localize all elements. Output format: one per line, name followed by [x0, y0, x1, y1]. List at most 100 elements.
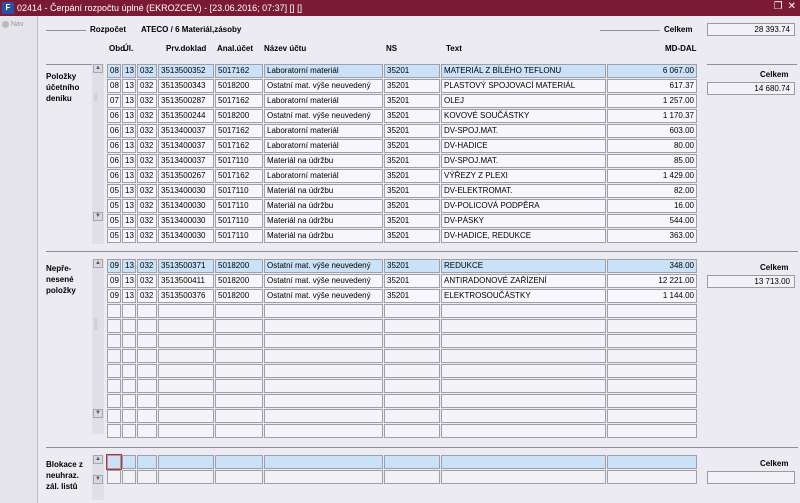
period-cell[interactable]: 09: [107, 274, 121, 288]
code-cell[interactable]: 032: [137, 79, 157, 93]
account-name-cell[interactable]: [264, 319, 383, 333]
document-cell[interactable]: 3513500343: [158, 79, 214, 93]
code-cell[interactable]: [137, 304, 157, 318]
empty-row[interactable]: [107, 379, 698, 394]
close-icon[interactable]: ✕: [788, 1, 796, 12]
text-cell[interactable]: DV-ELEKTROMAT.: [441, 184, 606, 198]
ns-cell[interactable]: [384, 424, 440, 438]
document-cell[interactable]: 3513500287: [158, 94, 214, 108]
table-row[interactable]: 06 13 032 3513500244 5018200 Ostatní mat. výš…: [107, 109, 698, 124]
ns-cell[interactable]: 35201: [384, 154, 440, 168]
document-cell[interactable]: 3513500244: [158, 109, 214, 123]
account-cell[interactable]: [215, 319, 263, 333]
code-cell[interactable]: [137, 470, 157, 484]
text-cell[interactable]: DV-HADICE: [441, 139, 606, 153]
period-cell[interactable]: 08: [107, 64, 121, 78]
ledger-cell[interactable]: [122, 409, 136, 423]
empty-row[interactable]: [107, 364, 698, 379]
ledger-cell[interactable]: 13: [122, 259, 136, 273]
table-row[interactable]: 09 13 032 3513500371 5018200 Ostatní mat. výš…: [107, 259, 698, 274]
document-cell[interactable]: [158, 409, 214, 423]
ledger-cell[interactable]: [122, 334, 136, 348]
ns-cell[interactable]: [384, 304, 440, 318]
text-cell[interactable]: [441, 455, 606, 469]
account-name-cell[interactable]: [264, 364, 383, 378]
code-cell[interactable]: 032: [137, 124, 157, 138]
code-cell[interactable]: [137, 319, 157, 333]
scroll-up-icon[interactable]: ▲: [93, 259, 103, 268]
period-cell[interactable]: 06: [107, 154, 121, 168]
ns-cell[interactable]: 35201: [384, 289, 440, 303]
empty-row[interactable]: [107, 319, 698, 334]
ns-cell[interactable]: [384, 409, 440, 423]
ns-cell[interactable]: 35201: [384, 169, 440, 183]
text-cell[interactable]: [441, 319, 606, 333]
account-name-cell[interactable]: Ostatní mat. výše neuvedený: [264, 259, 383, 273]
amount-cell[interactable]: 603.00: [607, 124, 697, 138]
period-cell[interactable]: 05: [107, 229, 121, 243]
code-cell[interactable]: 032: [137, 229, 157, 243]
document-cell[interactable]: [158, 470, 214, 484]
ledger-cell[interactable]: 13: [122, 109, 136, 123]
period-cell[interactable]: 09: [107, 289, 121, 303]
account-cell[interactable]: [215, 334, 263, 348]
period-cell[interactable]: [107, 394, 121, 408]
code-cell[interactable]: [137, 424, 157, 438]
ns-cell[interactable]: [384, 334, 440, 348]
code-cell[interactable]: [137, 334, 157, 348]
account-cell[interactable]: 5018200: [215, 79, 263, 93]
document-cell[interactable]: [158, 304, 214, 318]
document-cell[interactable]: 3513400030: [158, 199, 214, 213]
table-row[interactable]: 05 13 032 3513400030 5017110 Materiál na údrž…: [107, 199, 698, 214]
period-cell[interactable]: [107, 364, 121, 378]
amount-cell[interactable]: [607, 470, 697, 484]
period-cell[interactable]: [107, 349, 121, 363]
ledger-cell[interactable]: 13: [122, 289, 136, 303]
amount-cell[interactable]: 1 429.00: [607, 169, 697, 183]
account-cell[interactable]: [215, 470, 263, 484]
code-cell[interactable]: 032: [137, 139, 157, 153]
account-cell[interactable]: 5017162: [215, 64, 263, 78]
amount-cell[interactable]: 16.00: [607, 199, 697, 213]
ledger-cell[interactable]: [122, 379, 136, 393]
text-cell[interactable]: ANTIRADONOVÉ ZAŘÍZENÍ: [441, 274, 606, 288]
ns-cell[interactable]: [384, 379, 440, 393]
code-cell[interactable]: [137, 409, 157, 423]
ns-cell[interactable]: 35201: [384, 214, 440, 228]
ledger-cell[interactable]: 13: [122, 169, 136, 183]
document-cell[interactable]: [158, 349, 214, 363]
ledger-cell[interactable]: [122, 470, 136, 484]
ns-cell[interactable]: 35201: [384, 109, 440, 123]
text-cell[interactable]: [441, 379, 606, 393]
ledger-cell[interactable]: 13: [122, 184, 136, 198]
text-cell[interactable]: REDUKCE: [441, 259, 606, 273]
text-cell[interactable]: DV-SPOJ.MAT.: [441, 124, 606, 138]
code-cell[interactable]: 032: [137, 154, 157, 168]
text-cell[interactable]: [441, 304, 606, 318]
ns-cell[interactable]: 35201: [384, 124, 440, 138]
account-cell[interactable]: [215, 394, 263, 408]
table-row[interactable]: 06 13 032 3513400037 5017110 Materiál na údrž…: [107, 154, 698, 169]
blocked-scrollbar[interactable]: ▲ ▼: [92, 455, 104, 500]
document-cell[interactable]: 3513500376: [158, 289, 214, 303]
posted-scrollbar[interactable]: ▲ ≡ ≡ ▼: [92, 64, 104, 244]
text-cell[interactable]: [441, 349, 606, 363]
ns-cell[interactable]: 35201: [384, 184, 440, 198]
code-cell[interactable]: [137, 379, 157, 393]
empty-row[interactable]: [107, 424, 698, 439]
ledger-cell[interactable]: [122, 319, 136, 333]
account-cell[interactable]: 5017110: [215, 214, 263, 228]
code-cell[interactable]: 032: [137, 184, 157, 198]
amount-cell[interactable]: 1 144.00: [607, 289, 697, 303]
text-cell[interactable]: VÝŘEZY Z PLEXI: [441, 169, 606, 183]
table-row[interactable]: 08 13 032 3513500352 5017162 Laboratorní mate…: [107, 64, 698, 79]
text-cell[interactable]: [441, 394, 606, 408]
empty-row[interactable]: [107, 334, 698, 349]
ledger-cell[interactable]: 13: [122, 229, 136, 243]
document-cell[interactable]: [158, 455, 214, 469]
amount-cell[interactable]: 85.00: [607, 154, 697, 168]
ledger-cell[interactable]: [122, 349, 136, 363]
ns-cell[interactable]: [384, 364, 440, 378]
document-cell[interactable]: 3513400030: [158, 214, 214, 228]
amount-cell[interactable]: 82.00: [607, 184, 697, 198]
